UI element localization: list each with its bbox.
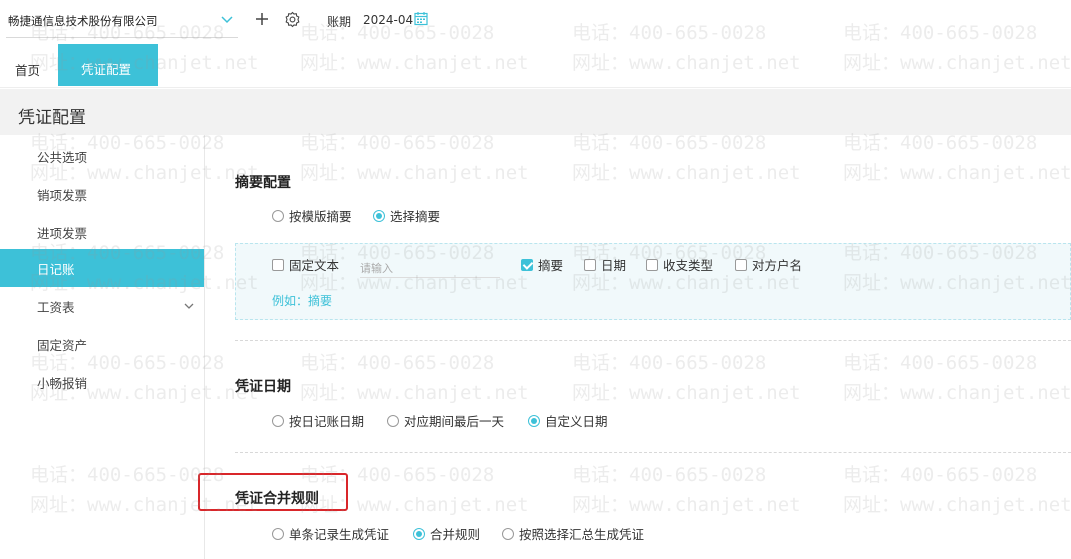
radio-label: 自定义日期 (545, 414, 608, 429)
radio-label: 按日记账日期 (289, 414, 365, 429)
sidebar-item-payroll[interactable]: 工资表 (0, 287, 204, 325)
sidebar-item-label: 销项发票 (37, 188, 88, 203)
radio-icon (387, 414, 399, 427)
checkbox-income-type[interactable]: 收支类型 (646, 255, 713, 274)
checkbox-fixed-text[interactable]: 固定文本 (272, 255, 339, 274)
chevron-down-icon (184, 303, 194, 309)
sidebar-item-sales-invoice[interactable]: 销项发票 (0, 175, 204, 213)
sidebar-item-journal[interactable]: 日记账 (0, 249, 204, 287)
checkbox-checked-icon (521, 258, 533, 271)
radio-icon (502, 527, 514, 540)
calendar-icon[interactable] (414, 11, 428, 26)
highlight-annotation (198, 473, 348, 511)
radio-summary-by-selection[interactable]: 按照选择汇总生成凭证 (502, 524, 644, 543)
tab-label: 凭证配置 (81, 62, 132, 77)
sidebar-item-label: 固定资产 (37, 338, 88, 353)
fixed-text-input[interactable]: 请输入 (360, 258, 500, 278)
sidebar-item-public-options[interactable]: 公共选项 (0, 137, 204, 175)
checkbox-icon (735, 258, 747, 271)
radio-select-summary[interactable]: 选择摘要 (373, 206, 440, 225)
summary-example: 例如：摘要 (272, 294, 333, 308)
radio-journal-date[interactable]: 按日记账日期 (272, 411, 364, 430)
radio-single-record[interactable]: 单条记录生成凭证 (272, 524, 389, 543)
merge-radio-group: 单条记录生成凭证 合并规则 按照选择汇总生成凭证 (272, 524, 692, 542)
radio-label: 单条记录生成凭证 (289, 527, 390, 542)
gear-icon[interactable] (284, 11, 301, 28)
radio-label: 选择摘要 (390, 209, 441, 224)
company-underline (6, 37, 238, 38)
summary-checkbox-row: 固定文本 摘要 日期 收支类型 对方户名 (272, 255, 832, 273)
divider (235, 452, 1071, 453)
sidebar-item-label: 公共选项 (37, 150, 88, 165)
sidebar-item-label: 小畅报销 (37, 376, 88, 391)
sidebar-item-expense[interactable]: 小畅报销 (0, 363, 204, 401)
radio-label: 按模版摘要 (289, 209, 352, 224)
summary-radio-group: 按模版摘要 选择摘要 (272, 206, 672, 224)
page-header: 凭证配置 (0, 89, 1071, 135)
radio-merge-rule[interactable]: 合并规则 (413, 524, 480, 543)
sidebar-item-label: 工资表 (37, 300, 75, 315)
date-section-title: 凭证日期 (235, 379, 291, 395)
period-value[interactable]: 2024-04 (363, 13, 413, 27)
sidebar-item-purchase-invoice[interactable]: 进项发票 (0, 213, 204, 251)
summary-section-title: 摘要配置 (235, 175, 291, 191)
checkbox-icon (646, 258, 658, 271)
radio-label: 对应期间最后一天 (404, 414, 505, 429)
tab-voucher-config[interactable]: 凭证配置 (58, 44, 206, 86)
company-selector[interactable]: 畅捷通信息技术股份有限公司 (8, 13, 158, 29)
radio-selected-icon (373, 209, 385, 222)
radio-period-last-day[interactable]: 对应期间最后一天 (387, 411, 504, 430)
radio-template-summary[interactable]: 按模版摘要 (272, 206, 352, 225)
checkbox-date[interactable]: 日期 (584, 255, 626, 274)
checkbox-label: 摘要 (538, 258, 564, 273)
radio-icon (272, 414, 284, 427)
period-label: 账期 (327, 15, 352, 29)
sidebar: 公共选项 销项发票 进项发票 日记账 工资表 固定资产 小畅报销 (0, 135, 205, 559)
plus-icon[interactable] (254, 11, 270, 27)
checkbox-icon (272, 258, 284, 271)
checkbox-label: 对方户名 (752, 258, 803, 273)
radio-selected-icon (528, 414, 540, 427)
date-radio-group: 按日记账日期 对应期间最后一天 自定义日期 (272, 411, 672, 429)
checkbox-icon (584, 258, 596, 271)
tab-home[interactable]: 首页 (15, 60, 40, 79)
top-bar: 畅捷通信息技术股份有限公司 账期 2024-04 (0, 0, 1071, 44)
radio-label: 按照选择汇总生成凭证 (519, 527, 645, 542)
close-icon[interactable] (197, 58, 207, 68)
sidebar-item-label: 日记账 (37, 262, 75, 277)
radio-icon (272, 209, 284, 222)
radio-custom-date[interactable]: 自定义日期 (528, 411, 608, 430)
radio-label: 合并规则 (430, 527, 481, 542)
checkbox-label: 固定文本 (289, 258, 340, 273)
chevron-down-icon[interactable] (220, 13, 234, 27)
radio-selected-icon (413, 527, 425, 540)
divider (235, 340, 1071, 341)
checkbox-label: 日期 (601, 258, 627, 273)
checkbox-counterparty[interactable]: 对方户名 (735, 255, 802, 274)
sidebar-item-fixed-assets[interactable]: 固定资产 (0, 325, 204, 363)
page-title: 凭证配置 (18, 108, 86, 128)
radio-icon (272, 527, 284, 540)
sidebar-item-label: 进项发票 (37, 226, 88, 241)
checkbox-label: 收支类型 (663, 258, 714, 273)
tab-bar: 首页 凭证配置 (0, 44, 1071, 88)
checkbox-summary[interactable]: 摘要 (521, 255, 563, 274)
